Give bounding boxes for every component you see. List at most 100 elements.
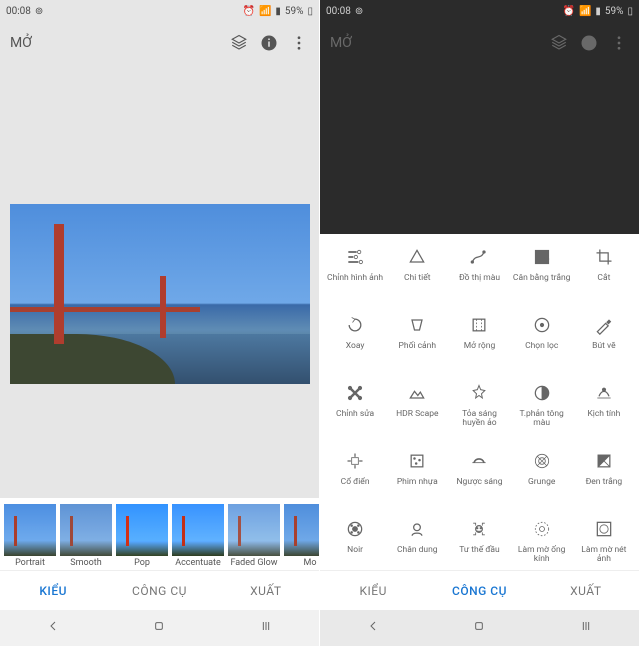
tab-export[interactable]: XUẤT xyxy=(533,571,639,610)
tool-label: Ngược sáng xyxy=(456,478,502,487)
nav-back-icon[interactable] xyxy=(365,618,381,638)
tool-tune[interactable]: Chỉnh hình ảnh xyxy=(324,244,386,312)
tool-vignette[interactable]: Làm mờ nét ảnh xyxy=(573,516,635,570)
vignette-icon xyxy=(591,516,617,542)
tool-label: Chỉnh hình ảnh xyxy=(327,274,383,283)
tool-selective[interactable]: Chọn lọc xyxy=(511,312,573,380)
network-icon: 📶 xyxy=(579,6,591,17)
tool-label: Mở rộng xyxy=(464,342,496,351)
tool-tonal[interactable]: T.phản tông màu xyxy=(511,380,573,448)
tool-retrolux[interactable]: Ngược sáng xyxy=(448,448,510,516)
status-misc-icon: ⊚ xyxy=(35,6,43,17)
layers-icon[interactable] xyxy=(229,33,249,53)
tool-label: Làm mờ nét ảnh xyxy=(575,546,633,565)
nav-home-icon[interactable] xyxy=(151,618,167,638)
filter-label: Faded Glow xyxy=(230,558,277,568)
tool-crop[interactable]: Cắt xyxy=(573,244,635,312)
tool-perspective[interactable]: Phối cảnh xyxy=(386,312,448,380)
nav-recent-icon[interactable] xyxy=(578,618,594,638)
tool-drama[interactable]: Kịch tính xyxy=(573,380,635,448)
nav-recent-icon[interactable] xyxy=(258,618,274,638)
battery-pct: 59% xyxy=(605,6,624,17)
filter-label: Portrait xyxy=(15,558,45,568)
open-button[interactable]: MỞ xyxy=(10,35,219,51)
tool-label: Làm mờ ống kính xyxy=(513,546,571,565)
filter-more[interactable]: Mo xyxy=(284,504,319,568)
glamour-icon xyxy=(466,380,492,406)
tab-export[interactable]: XUẤT xyxy=(213,571,319,610)
tool-details[interactable]: Chi tiết xyxy=(386,244,448,312)
tools-grid: Chỉnh hình ảnhChi tiếtĐồ thị màuWBCân bằ… xyxy=(320,234,639,570)
tab-styles[interactable]: KIỂU xyxy=(0,571,106,610)
battery-icon: ▯ xyxy=(307,6,313,17)
tool-label: Phối cảnh xyxy=(399,342,437,351)
filter-pop[interactable]: Pop xyxy=(116,504,168,568)
more-icon[interactable] xyxy=(289,33,309,53)
tool-glamour[interactable]: Tỏa sáng huyền ảo xyxy=(448,380,510,448)
filter-accentuate[interactable]: Accentuate xyxy=(172,504,224,568)
filter-faded-glow[interactable]: Faded Glow xyxy=(228,504,280,568)
tool-label: Đen trắng xyxy=(586,478,623,487)
battery-pct: 59% xyxy=(285,6,304,17)
tool-rotate[interactable]: Xoay xyxy=(324,312,386,380)
filter-label: Smooth xyxy=(70,558,101,568)
tonal-icon xyxy=(529,380,555,406)
headpose-icon xyxy=(466,516,492,542)
filter-portrait[interactable]: Portrait xyxy=(4,504,56,568)
tune-icon xyxy=(342,244,368,270)
bottom-tabs: KIỂU CÔNG CỤ XUẤT xyxy=(320,570,639,610)
filter-label: Accentuate xyxy=(175,558,221,568)
crop-icon xyxy=(591,244,617,270)
filter-smooth[interactable]: Smooth xyxy=(60,504,112,568)
tool-label: T.phản tông màu xyxy=(513,410,571,429)
tool-label: Noir xyxy=(347,546,363,555)
portrait-icon xyxy=(404,516,430,542)
selective-icon xyxy=(529,312,555,338)
nav-back-icon[interactable] xyxy=(45,618,61,638)
tool-bw[interactable]: Đen trắng xyxy=(573,448,635,516)
tab-tools[interactable]: CÔNG CỤ xyxy=(426,571,532,610)
status-bar: 00:08 ⊚ ⏰ 📶 ▮ 59% ▯ xyxy=(320,0,639,22)
tool-noir[interactable]: Noir xyxy=(324,516,386,570)
network-icon: 📶 xyxy=(259,6,271,17)
tool-label: Chỉnh sửa xyxy=(336,410,374,419)
nav-home-icon[interactable] xyxy=(471,618,487,638)
tool-brush[interactable]: Bút vẽ xyxy=(573,312,635,380)
bw-icon xyxy=(591,448,617,474)
grainy-icon xyxy=(404,448,430,474)
filter-strip[interactable]: Portrait Smooth Pop Accentuate Faded Glo… xyxy=(0,498,319,570)
tool-healing[interactable]: Chỉnh sửa xyxy=(324,380,386,448)
info-icon[interactable] xyxy=(259,33,279,53)
hdr-icon xyxy=(404,380,430,406)
tool-label: Tỏa sáng huyền ảo xyxy=(450,410,508,429)
tool-label: Tư thế đầu xyxy=(459,546,500,555)
tool-vintage[interactable]: Cổ điển xyxy=(324,448,386,516)
tool-hdr[interactable]: HDR Scape xyxy=(386,380,448,448)
tool-lensblur[interactable]: Làm mờ ống kính xyxy=(511,516,573,570)
app-bar-dimmed: MỞ xyxy=(320,22,639,64)
tab-styles[interactable]: KIỂU xyxy=(320,571,426,610)
edited-photo xyxy=(10,204,310,384)
curves-icon xyxy=(466,244,492,270)
image-canvas[interactable] xyxy=(0,64,319,484)
layers-icon xyxy=(549,33,569,53)
tool-headpose[interactable]: Tư thế đầu xyxy=(448,516,510,570)
healing-icon xyxy=(342,380,368,406)
details-icon xyxy=(404,244,430,270)
app-bar: MỞ xyxy=(0,22,319,64)
status-time: 00:08 xyxy=(326,6,351,17)
dimmed-canvas[interactable] xyxy=(320,64,639,234)
tool-whitebalance[interactable]: WBCân bằng trắng xyxy=(511,244,573,312)
tool-portrait[interactable]: Chân dung xyxy=(386,516,448,570)
tool-grainy[interactable]: Phim nhựa xyxy=(386,448,448,516)
lensblur-icon xyxy=(529,516,555,542)
tool-label: Cổ điển xyxy=(341,478,370,487)
status-time: 00:08 xyxy=(6,6,31,17)
tool-expand[interactable]: Mở rộng xyxy=(448,312,510,380)
tool-curves[interactable]: Đồ thị màu xyxy=(448,244,510,312)
tab-tools[interactable]: CÔNG CỤ xyxy=(106,571,212,610)
status-bar: 00:08 ⊚ ⏰ 📶 ▮ 59% ▯ xyxy=(0,0,319,22)
battery-icon: ▯ xyxy=(627,6,633,17)
open-button: MỞ xyxy=(330,35,539,51)
tool-grunge[interactable]: Grunge xyxy=(511,448,573,516)
